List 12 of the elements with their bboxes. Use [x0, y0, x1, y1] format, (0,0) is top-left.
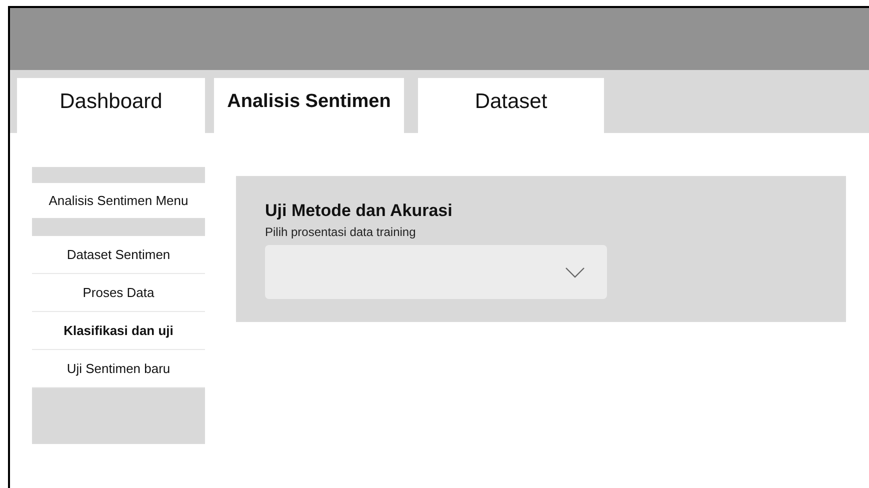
- sidebar-item[interactable]: Dataset Sentimen: [32, 236, 205, 274]
- tab[interactable]: Dataset: [418, 78, 604, 133]
- chevron-down-icon: [565, 266, 585, 278]
- field-label: Pilih prosentasi data training: [265, 225, 417, 239]
- sidebar-item[interactable]: Uji Sentimen baru: [32, 350, 205, 388]
- sidebar-title: Analisis Sentimen Menu: [32, 183, 205, 218]
- dropdown-field[interactable]: [265, 245, 607, 299]
- panel-title: Uji Metode dan Akurasi: [265, 201, 454, 221]
- tab[interactable]: Analisis Sentimen: [214, 78, 404, 133]
- sidebar-item[interactable]: Klasifikasi dan uji: [32, 312, 205, 350]
- tab[interactable]: Dashboard: [17, 78, 205, 133]
- sidebar-item[interactable]: Proses Data: [32, 274, 205, 312]
